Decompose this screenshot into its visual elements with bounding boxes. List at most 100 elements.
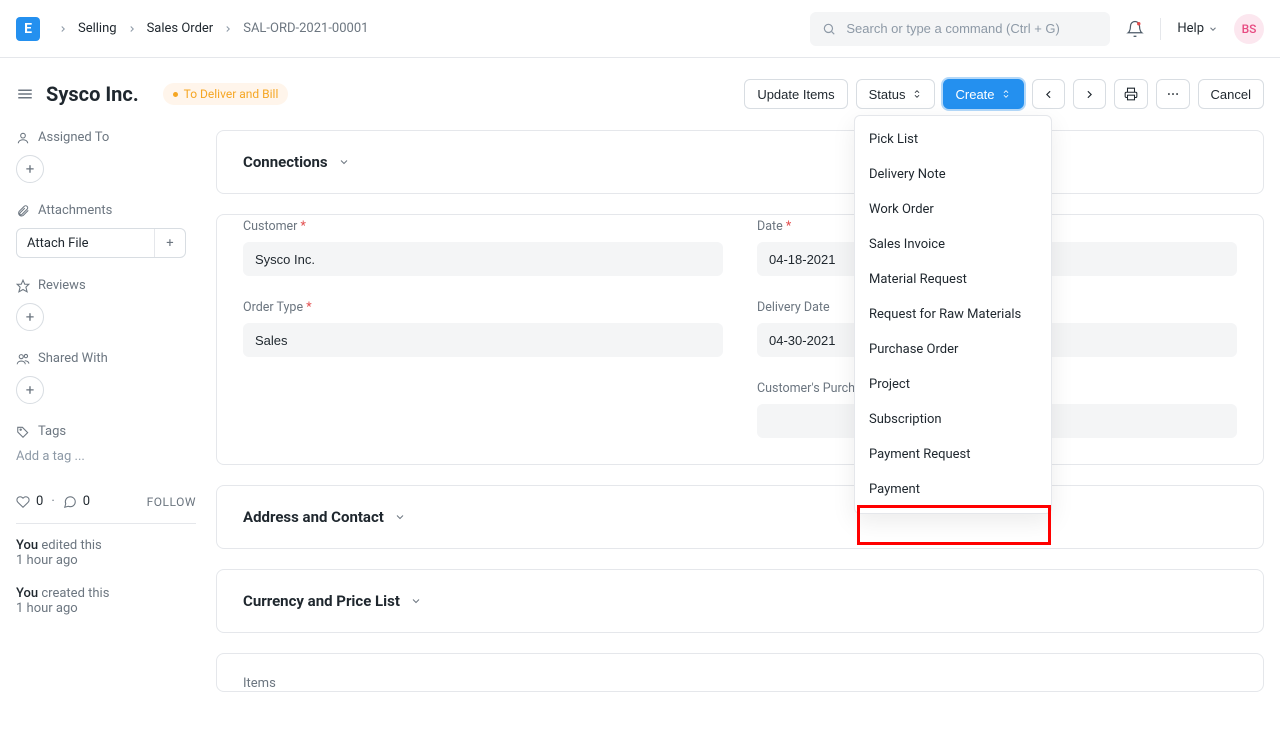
select-icon [912,89,922,99]
activity-item: You created this 1 hour ago [16,586,196,616]
search-input[interactable] [846,21,1098,36]
menu-request-raw-materials[interactable]: Request for Raw Materials [855,297,1051,332]
chevron-down-icon [410,595,422,607]
connections-toggle[interactable]: Connections [217,131,1263,193]
breadcrumb: Selling Sales Order SAL-ORD-2021-00001 [58,21,810,36]
menu-payment[interactable]: Payment [855,472,1051,507]
breadcrumb-current: SAL-ORD-2021-00001 [243,21,368,36]
users-icon [16,352,30,366]
status-button[interactable]: Status [856,79,935,109]
next-button[interactable] [1073,79,1106,109]
tags-label: Tags [38,424,66,439]
likes-count: 0 [36,494,43,509]
address-title: Address and Contact [243,508,384,526]
status-dot [173,92,178,97]
items-card: Items [216,653,1264,692]
divider [16,523,196,524]
reviews-label: Reviews [38,278,86,293]
user-icon [16,131,30,145]
details-card: Customer * Date * Order Type * Delivery … [216,214,1264,465]
paperclip-icon [16,204,30,218]
create-button[interactable]: Create [943,79,1024,109]
user-avatar[interactable]: BS [1234,14,1264,44]
comment-icon[interactable] [63,495,77,509]
breadcrumb-sales-order[interactable]: Sales Order [147,21,214,36]
order-type-label: Order Type * [243,300,723,315]
page-header: Sysco Inc. To Deliver and Bill Update It… [0,58,1280,130]
print-button[interactable] [1114,79,1148,109]
attach-file-button[interactable]: + [155,236,185,251]
page-title: Sysco Inc. [46,82,139,106]
search-icon [822,22,836,36]
help-dropdown[interactable]: Help [1177,21,1218,36]
items-toggle[interactable]: Items [217,654,1263,691]
activity-action: created this [41,586,109,601]
star-icon [16,279,30,293]
sidebar: Assigned To + Attachments Attach File + … [16,130,216,692]
bell-icon[interactable] [1126,20,1144,38]
printer-icon [1124,87,1138,101]
dot-separator: · [51,494,54,509]
chevron-down-icon [394,511,406,523]
items-title: Items [243,676,276,691]
activity-time: 1 hour ago [16,553,78,568]
activity-who: You [16,538,38,553]
address-contact-card: Address and Contact [216,485,1264,549]
status-badge: To Deliver and Bill [163,83,289,105]
menu-subscription[interactable]: Subscription [855,402,1051,437]
select-icon [1001,89,1011,99]
chevron-left-icon [1042,88,1055,101]
menu-pick-list[interactable]: Pick List [855,122,1051,157]
hamburger-icon[interactable] [16,85,34,103]
activity-who: You [16,586,38,601]
menu-purchase-order[interactable]: Purchase Order [855,332,1051,367]
chevron-right-icon [127,24,137,34]
attach-file-control: Attach File + [16,228,186,258]
cancel-button[interactable]: Cancel [1198,79,1264,109]
assigned-to-header: Assigned To [16,130,196,145]
follow-button[interactable]: FOLLOW [147,495,196,509]
customer-input[interactable] [243,242,723,276]
assigned-to-label: Assigned To [38,130,109,145]
add-share-button[interactable]: + [16,376,44,404]
more-button[interactable] [1156,79,1190,109]
order-type-input[interactable] [243,323,723,357]
separator [1160,18,1161,40]
menu-project[interactable]: Project [855,367,1051,402]
address-contact-toggle[interactable]: Address and Contact [217,486,1263,548]
create-button-label: Create [956,87,995,102]
add-assignee-button[interactable]: + [16,155,44,183]
chevron-right-icon [1083,88,1096,101]
tags-header: Tags [16,424,196,439]
status-button-label: Status [869,87,906,102]
menu-delivery-note[interactable]: Delivery Note [855,157,1051,192]
help-label: Help [1177,21,1204,36]
menu-payment-request[interactable]: Payment Request [855,437,1051,472]
activity-item: You edited this 1 hour ago [16,538,196,568]
currency-card: Currency and Price List [216,569,1264,633]
attach-file-label: Attach File [17,236,154,251]
menu-sales-invoice[interactable]: Sales Invoice [855,227,1051,262]
menu-work-order[interactable]: Work Order [855,192,1051,227]
connections-title: Connections [243,153,328,171]
prev-button[interactable] [1032,79,1065,109]
add-review-button[interactable]: + [16,303,44,331]
tag-icon [16,425,30,439]
customer-label: Customer * [243,219,723,234]
dots-icon [1166,87,1180,101]
attachments-header: Attachments [16,203,196,218]
reviews-header: Reviews [16,278,196,293]
currency-toggle[interactable]: Currency and Price List [217,570,1263,632]
chevron-down-icon [338,156,350,168]
activity-time: 1 hour ago [16,601,78,616]
update-items-button[interactable]: Update Items [744,79,847,109]
create-dropdown: Pick List Delivery Note Work Order Sales… [854,115,1052,514]
menu-material-request[interactable]: Material Request [855,262,1051,297]
breadcrumb-selling[interactable]: Selling [78,21,117,36]
shared-with-header: Shared With [16,351,196,366]
add-tag-input[interactable]: Add a tag ... [16,449,196,464]
navbar: E Selling Sales Order SAL-ORD-2021-00001… [0,0,1280,58]
global-search[interactable] [810,12,1110,46]
heart-icon[interactable] [16,495,30,509]
app-logo[interactable]: E [16,17,40,41]
